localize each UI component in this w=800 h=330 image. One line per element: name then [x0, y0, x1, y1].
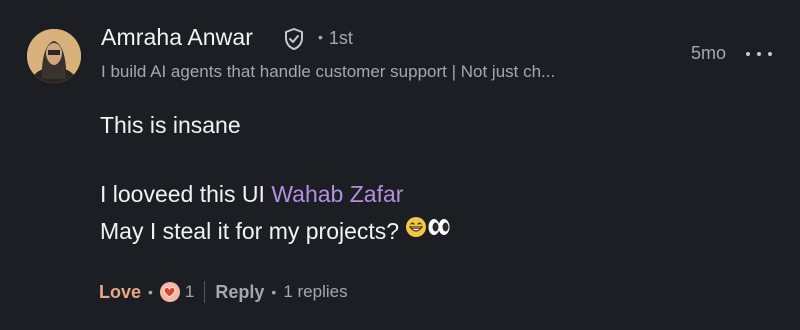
reaction-count[interactable]: 1 — [185, 282, 194, 302]
comment-actions: Love • 1 Reply • 1 replies — [99, 280, 348, 304]
love-button[interactable]: Love — [99, 282, 141, 303]
grinning-face-icon — [405, 216, 427, 245]
comment-text: I looveed this UI — [100, 181, 272, 207]
comment-time: 5mo — [691, 43, 727, 63]
separator-dot: • — [318, 29, 323, 45]
separator-dot: • — [271, 284, 277, 300]
comment-body: This is insane I looveed this UI Wahab Z… — [100, 111, 451, 255]
mention-link[interactable]: Wahab Zafar — [271, 181, 403, 207]
comment-line: May I steal it for my projects? — [100, 217, 451, 247]
author-name[interactable]: Amraha Anwar — [101, 24, 253, 51]
reply-button[interactable]: Reply — [215, 282, 264, 303]
comment-line: This is insane — [100, 112, 241, 138]
replies-count[interactable]: 1 replies — [283, 282, 347, 302]
separator-dot: • — [148, 284, 153, 300]
divider — [204, 281, 206, 303]
eyes-icon — [427, 216, 451, 245]
author-headline: I build AI agents that handle customer s… — [101, 62, 556, 81]
shield-check-icon — [282, 27, 306, 51]
more-options-button[interactable] — [746, 44, 772, 64]
more-dot — [757, 52, 761, 56]
comment-text: May I steal it for my projects? — [100, 218, 406, 244]
more-horizontal-icon — [746, 52, 750, 56]
comment-line: I looveed this UI Wahab Zafar — [100, 180, 451, 209]
heart-reaction-icon[interactable] — [159, 282, 180, 302]
connection-degree: • 1st — [318, 28, 353, 49]
more-dot — [768, 52, 772, 56]
degree-label: 1st — [328, 28, 353, 48]
avatar[interactable] — [27, 29, 81, 83]
comment-card: Amraha Anwar • 1st I build AI agents that… — [0, 0, 800, 330]
